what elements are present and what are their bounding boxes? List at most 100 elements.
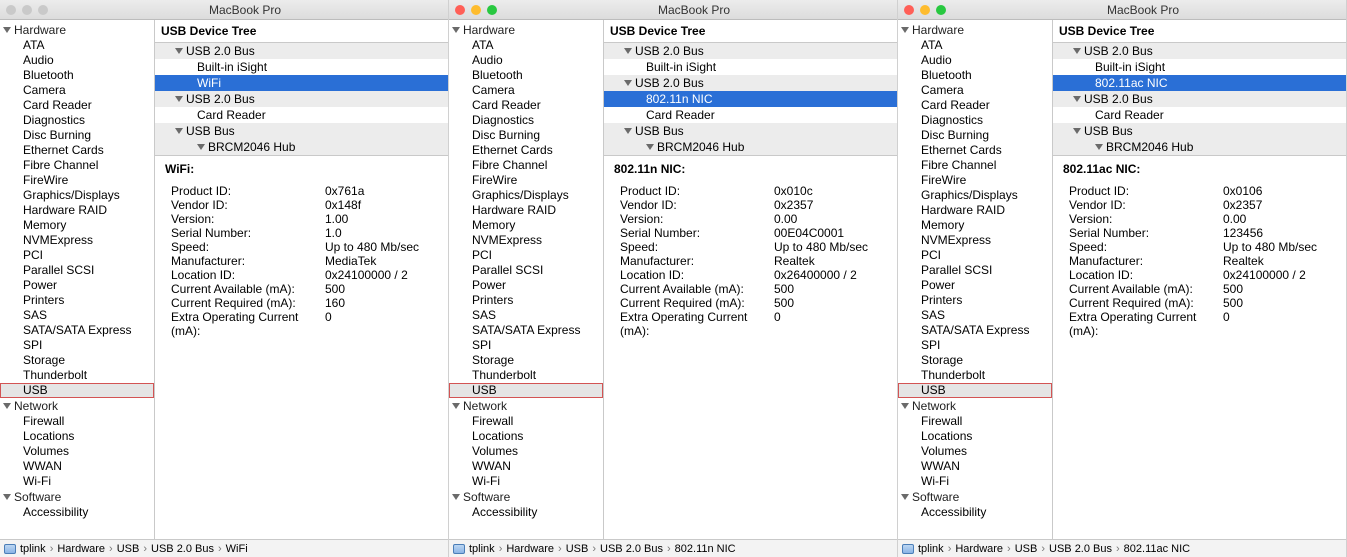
disclosure-triangle-icon[interactable] (3, 27, 11, 33)
sidebar-item-wwan[interactable]: WWAN (0, 459, 154, 474)
sidebar-item-bluetooth[interactable]: Bluetooth (0, 68, 154, 83)
disclosure-triangle-icon[interactable] (624, 80, 632, 86)
sidebar-item-ethernet-cards[interactable]: Ethernet Cards (449, 143, 603, 158)
breadcrumb-item[interactable]: USB (117, 543, 140, 555)
sidebar-item-wwan[interactable]: WWAN (449, 459, 603, 474)
sidebar-item-card-reader[interactable]: Card Reader (898, 98, 1052, 113)
tree-device-row[interactable]: Card Reader (1053, 107, 1346, 123)
disclosure-triangle-icon[interactable] (901, 27, 909, 33)
sidebar-item-thunderbolt[interactable]: Thunderbolt (0, 368, 154, 383)
breadcrumb-item[interactable]: tplink (20, 543, 46, 555)
sidebar-item-graphics-displays[interactable]: Graphics/Displays (898, 188, 1052, 203)
sidebar-item-sata-sata-express[interactable]: SATA/SATA Express (449, 323, 603, 338)
disclosure-triangle-icon[interactable] (452, 27, 460, 33)
tree-device-row[interactable]: Built-in iSight (155, 59, 448, 75)
breadcrumb-item[interactable]: tplink (918, 543, 944, 555)
sidebar-item-locations[interactable]: Locations (449, 429, 603, 444)
disclosure-triangle-icon[interactable] (1073, 48, 1081, 54)
sidebar-item-accessibility[interactable]: Accessibility (0, 505, 154, 520)
sidebar-item-memory[interactable]: Memory (449, 218, 603, 233)
sidebar-item-thunderbolt[interactable]: Thunderbolt (449, 368, 603, 383)
sidebar-item-nvmexpress[interactable]: NVMExpress (449, 233, 603, 248)
tree-device-row[interactable]: 802.11ac NIC (1053, 75, 1346, 91)
sidebar-item-power[interactable]: Power (898, 278, 1052, 293)
sidebar-item-disc-burning[interactable]: Disc Burning (0, 128, 154, 143)
sidebar-item-thunderbolt[interactable]: Thunderbolt (898, 368, 1052, 383)
sidebar-item-storage[interactable]: Storage (0, 353, 154, 368)
sidebar-item-fibre-channel[interactable]: Fibre Channel (449, 158, 603, 173)
sidebar-item-ata[interactable]: ATA (0, 38, 154, 53)
sidebar-item-volumes[interactable]: Volumes (898, 444, 1052, 459)
sidebar-item-graphics-displays[interactable]: Graphics/Displays (0, 188, 154, 203)
sidebar-item-printers[interactable]: Printers (449, 293, 603, 308)
disclosure-triangle-icon[interactable] (624, 48, 632, 54)
close-icon[interactable] (6, 5, 16, 15)
device-tree[interactable]: USB Device TreeUSB 2.0 BusBuilt-in iSigh… (604, 20, 897, 156)
sidebar-item-storage[interactable]: Storage (898, 353, 1052, 368)
tree-device-row[interactable]: Card Reader (155, 107, 448, 123)
tree-bus-row[interactable]: USB 2.0 Bus (1053, 43, 1346, 59)
minimize-icon[interactable] (920, 5, 930, 15)
sidebar-item-sas[interactable]: SAS (898, 308, 1052, 323)
sidebar-item-firewall[interactable]: Firewall (898, 414, 1052, 429)
sidebar-item-audio[interactable]: Audio (898, 53, 1052, 68)
sidebar-item-accessibility[interactable]: Accessibility (898, 505, 1052, 520)
sidebar-item-firewire[interactable]: FireWire (0, 173, 154, 188)
sidebar-item-usb[interactable]: USB (898, 383, 1052, 398)
sidebar-item-printers[interactable]: Printers (898, 293, 1052, 308)
sidebar-item-volumes[interactable]: Volumes (449, 444, 603, 459)
tree-device-row[interactable]: Card Reader (604, 107, 897, 123)
breadcrumb-item[interactable]: tplink (469, 543, 495, 555)
breadcrumb-item[interactable]: USB (1015, 543, 1038, 555)
sidebar-item-camera[interactable]: Camera (0, 83, 154, 98)
disclosure-triangle-icon[interactable] (901, 494, 909, 500)
sidebar-item-pci[interactable]: PCI (0, 248, 154, 263)
tree-bus-row[interactable]: USB 2.0 Bus (155, 91, 448, 107)
breadcrumb-item[interactable]: 802.11ac NIC (1124, 543, 1190, 555)
sidebar-item-firewire[interactable]: FireWire (449, 173, 603, 188)
sidebar-item-sas[interactable]: SAS (0, 308, 154, 323)
sidebar-item-usb[interactable]: USB (0, 383, 154, 398)
minimize-icon[interactable] (22, 5, 32, 15)
sidebar-item-audio[interactable]: Audio (0, 53, 154, 68)
sidebar-item-pci[interactable]: PCI (898, 248, 1052, 263)
sidebar-item-fibre-channel[interactable]: Fibre Channel (898, 158, 1052, 173)
sidebar-item-sata-sata-express[interactable]: SATA/SATA Express (0, 323, 154, 338)
sidebar-item-usb[interactable]: USB (449, 383, 603, 398)
breadcrumb-item[interactable]: USB 2.0 Bus (600, 543, 663, 555)
tree-bus-row[interactable]: USB 2.0 Bus (604, 75, 897, 91)
sidebar-item-graphics-displays[interactable]: Graphics/Displays (449, 188, 603, 203)
sidebar-item-sata-sata-express[interactable]: SATA/SATA Express (898, 323, 1052, 338)
sidebar-item-spi[interactable]: SPI (449, 338, 603, 353)
sidebar-group-network[interactable]: Network (898, 398, 1052, 414)
sidebar[interactable]: HardwareATAAudioBluetoothCameraCard Read… (449, 20, 604, 539)
sidebar-item-power[interactable]: Power (449, 278, 603, 293)
breadcrumb-item[interactable]: Hardware (506, 543, 554, 555)
sidebar-item-bluetooth[interactable]: Bluetooth (898, 68, 1052, 83)
sidebar-item-power[interactable]: Power (0, 278, 154, 293)
sidebar-item-volumes[interactable]: Volumes (0, 444, 154, 459)
sidebar-item-diagnostics[interactable]: Diagnostics (449, 113, 603, 128)
disclosure-triangle-icon[interactable] (175, 48, 183, 54)
sidebar-item-hardware-raid[interactable]: Hardware RAID (0, 203, 154, 218)
tree-bus-row[interactable]: USB Bus (155, 123, 448, 139)
sidebar-item-ata[interactable]: ATA (898, 38, 1052, 53)
sidebar-item-nvmexpress[interactable]: NVMExpress (898, 233, 1052, 248)
sidebar-item-firewire[interactable]: FireWire (898, 173, 1052, 188)
device-tree[interactable]: USB Device TreeUSB 2.0 BusBuilt-in iSigh… (155, 20, 448, 156)
tree-device-row[interactable]: Built-in iSight (1053, 59, 1346, 75)
sidebar-item-wi-fi[interactable]: Wi-Fi (0, 474, 154, 489)
zoom-icon[interactable] (38, 5, 48, 15)
sidebar-item-diagnostics[interactable]: Diagnostics (898, 113, 1052, 128)
breadcrumb-item[interactable]: Hardware (57, 543, 105, 555)
sidebar[interactable]: HardwareATAAudioBluetoothCameraCard Read… (0, 20, 155, 539)
sidebar-group-network[interactable]: Network (0, 398, 154, 414)
sidebar-item-locations[interactable]: Locations (0, 429, 154, 444)
sidebar[interactable]: HardwareATAAudioBluetoothCameraCard Read… (898, 20, 1053, 539)
close-icon[interactable] (455, 5, 465, 15)
sidebar-item-ethernet-cards[interactable]: Ethernet Cards (898, 143, 1052, 158)
disclosure-triangle-icon[interactable] (197, 144, 205, 150)
sidebar-item-spi[interactable]: SPI (898, 338, 1052, 353)
sidebar-item-camera[interactable]: Camera (898, 83, 1052, 98)
breadcrumb-item[interactable]: USB (566, 543, 589, 555)
